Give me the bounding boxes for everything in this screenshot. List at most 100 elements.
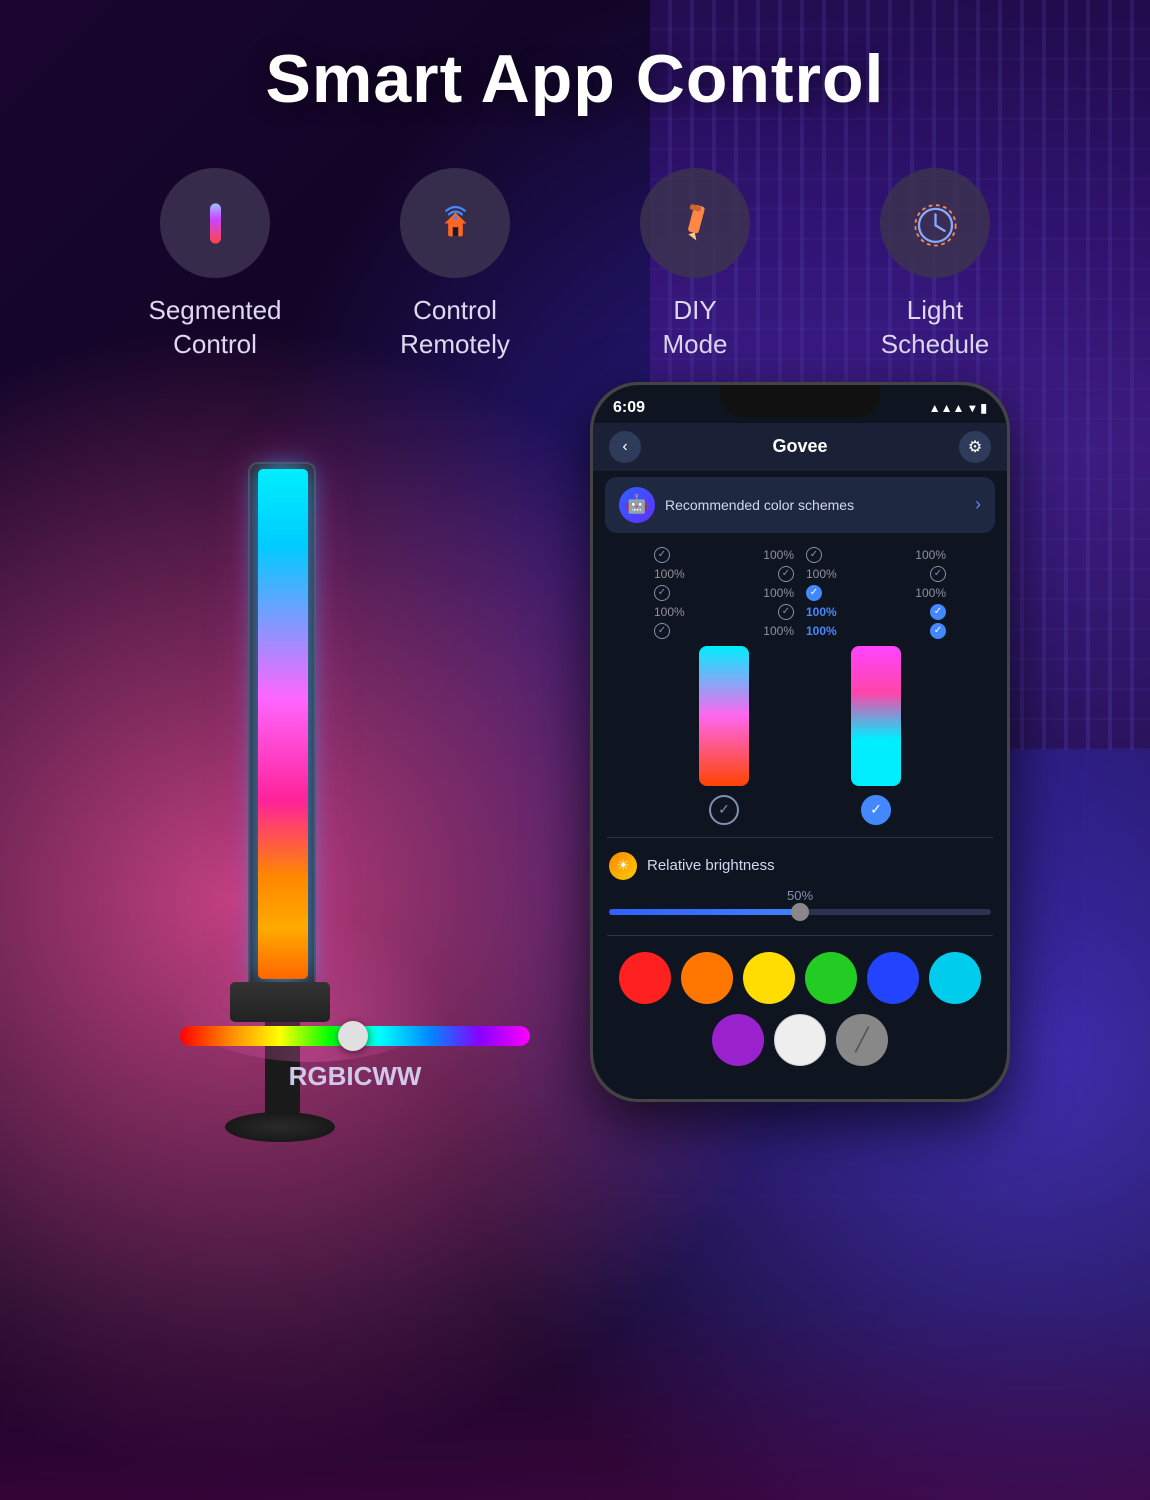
sun-icon: ☀ — [609, 852, 637, 880]
scheme-row: ✓ 100% — [654, 547, 794, 563]
scheme-row: 100% ✓ — [806, 604, 946, 620]
back-icon: ‹ — [622, 438, 627, 456]
scheme-row: ✓ 100% — [654, 585, 794, 601]
app-bar-preview-left — [699, 646, 749, 786]
scheme-pct: 100% — [763, 548, 794, 562]
diy-icon — [668, 196, 723, 251]
main-section: RGBICWW 6:09 ▲▲▲ ▾ ▮ — [0, 382, 1150, 1162]
scheme-check[interactable]: ✓ — [806, 547, 822, 563]
remote-label: Control Remotely — [400, 294, 510, 362]
scheme-check-active[interactable]: ✓ — [930, 604, 946, 620]
feature-diy: DIY Mode — [605, 168, 785, 362]
color-swatches: ╱ — [593, 940, 1007, 1078]
swatch-custom[interactable]: ╱ — [836, 1014, 888, 1066]
slider-thumb[interactable] — [338, 1021, 368, 1051]
back-button[interactable]: ‹ — [609, 431, 641, 463]
rgbicww-label: RGBICWW — [180, 1061, 530, 1092]
segmented-icon — [188, 196, 243, 251]
feature-segmented: Segmented Control — [125, 168, 305, 362]
scheme-pct: 100% — [763, 624, 794, 638]
scheme-pct: 100% — [915, 548, 946, 562]
status-icons: ▲▲▲ ▾ ▮ — [929, 401, 987, 415]
schedule-icon-circle — [880, 168, 990, 278]
brightness-title: Relative brightness — [647, 857, 991, 874]
scheme-pct-highlight: 100% — [806, 605, 837, 619]
bar-base — [230, 982, 330, 1022]
scheme-check[interactable]: ✓ — [654, 623, 670, 639]
page-title: Smart App Control — [0, 0, 1150, 118]
brightness-thumb[interactable] — [791, 903, 809, 921]
schedule-icon — [908, 196, 963, 251]
signal-icon: ▲▲▲ — [929, 401, 965, 415]
scheme-row: 100% ✓ — [806, 623, 946, 639]
schedule-label: Light Schedule — [881, 294, 989, 362]
scheme-check-active[interactable]: ✓ — [930, 623, 946, 639]
ai-recommendation-bar[interactable]: 🤖 Recommended color schemes › — [605, 477, 995, 533]
swatch-cyan[interactable] — [929, 952, 981, 1004]
segmented-label: Segmented Control — [149, 294, 282, 362]
color-schemes-section: ✓ 100% 100% ✓ ✓ 100% — [593, 539, 1007, 833]
swatch-green[interactable] — [805, 952, 857, 1004]
phone-frame: 6:09 ▲▲▲ ▾ ▮ ‹ Govee — [590, 382, 1010, 1102]
segmented-icon-circle — [160, 168, 270, 278]
divider — [607, 837, 993, 838]
swatch-yellow[interactable] — [743, 952, 795, 1004]
color-slider-track[interactable] — [180, 1026, 530, 1046]
scheme-confirm-right[interactable]: ✓ — [861, 795, 891, 825]
remote-icon — [428, 196, 483, 251]
remote-icon-circle — [400, 168, 510, 278]
phone-screen: 6:09 ▲▲▲ ▾ ▮ ‹ Govee — [593, 385, 1007, 1099]
ai-arrow-icon: › — [975, 494, 981, 515]
wifi-icon: ▾ — [969, 401, 975, 415]
brightness-section: ☀ Relative brightness 50% — [593, 842, 1007, 931]
brightness-track[interactable] — [609, 909, 991, 915]
scheme-check[interactable]: ✓ — [654, 547, 670, 563]
app-title: Govee — [772, 436, 827, 457]
scheme-row: 100% ✓ — [654, 604, 794, 620]
scheme-check-active[interactable]: ✓ — [806, 585, 822, 601]
scheme-rows-left: ✓ 100% 100% ✓ ✓ 100% — [654, 547, 794, 642]
diy-label: DIY Mode — [662, 294, 727, 362]
light-bar-container: RGBICWW — [140, 462, 620, 1162]
app-bar-preview-right — [851, 646, 901, 786]
scheme-check[interactable]: ✓ — [930, 566, 946, 582]
swatch-purple[interactable] — [712, 1014, 764, 1066]
scheme-row: 100% ✓ — [654, 566, 794, 582]
brightness-header: ☀ Relative brightness — [609, 852, 991, 880]
battery-icon: ▮ — [980, 401, 987, 415]
swatch-orange[interactable] — [681, 952, 733, 1004]
brightness-pct: 50% — [609, 888, 991, 903]
settings-button[interactable]: ⚙ — [959, 431, 991, 463]
status-time: 6:09 — [613, 399, 645, 417]
scheme-pct: 100% — [915, 586, 946, 600]
scheme-pct: 100% — [654, 567, 685, 581]
scheme-check[interactable]: ✓ — [778, 566, 794, 582]
phone-container: 6:09 ▲▲▲ ▾ ▮ ‹ Govee — [590, 382, 1010, 1102]
scheme-column-left: ✓ 100% 100% ✓ ✓ 100% — [654, 547, 794, 825]
scheme-confirm-left[interactable]: ✓ — [709, 795, 739, 825]
bar-foot — [225, 1112, 335, 1142]
scheme-check[interactable]: ✓ — [778, 604, 794, 620]
scheme-rows-right: ✓ 100% 100% ✓ ✓ 100% — [806, 547, 946, 642]
ai-icon: 🤖 — [619, 487, 655, 523]
phone-notch — [720, 385, 880, 417]
scheme-row: ✓ 100% — [806, 585, 946, 601]
brightness-fill — [609, 909, 800, 915]
divider — [607, 935, 993, 936]
scheme-row: ✓ 100% — [654, 623, 794, 639]
scheme-row: ✓ 100% — [806, 547, 946, 563]
scheme-check[interactable]: ✓ — [654, 585, 670, 601]
swatch-blue[interactable] — [867, 952, 919, 1004]
light-bar-device — [240, 462, 340, 1062]
bar-frame — [248, 462, 316, 987]
app-header: ‹ Govee ⚙ — [593, 423, 1007, 471]
scheme-column-right: ✓ 100% 100% ✓ ✓ 100% — [806, 547, 946, 825]
features-row: Segmented Control Control — [0, 168, 1150, 362]
settings-icon: ⚙ — [968, 437, 982, 457]
diy-icon-circle — [640, 168, 750, 278]
swatch-red[interactable] — [619, 952, 671, 1004]
scheme-row: 100% ✓ — [806, 566, 946, 582]
swatch-white[interactable] — [774, 1014, 826, 1066]
color-slider-section: RGBICWW — [180, 1026, 530, 1092]
ai-text: Recommended color schemes — [665, 497, 965, 513]
